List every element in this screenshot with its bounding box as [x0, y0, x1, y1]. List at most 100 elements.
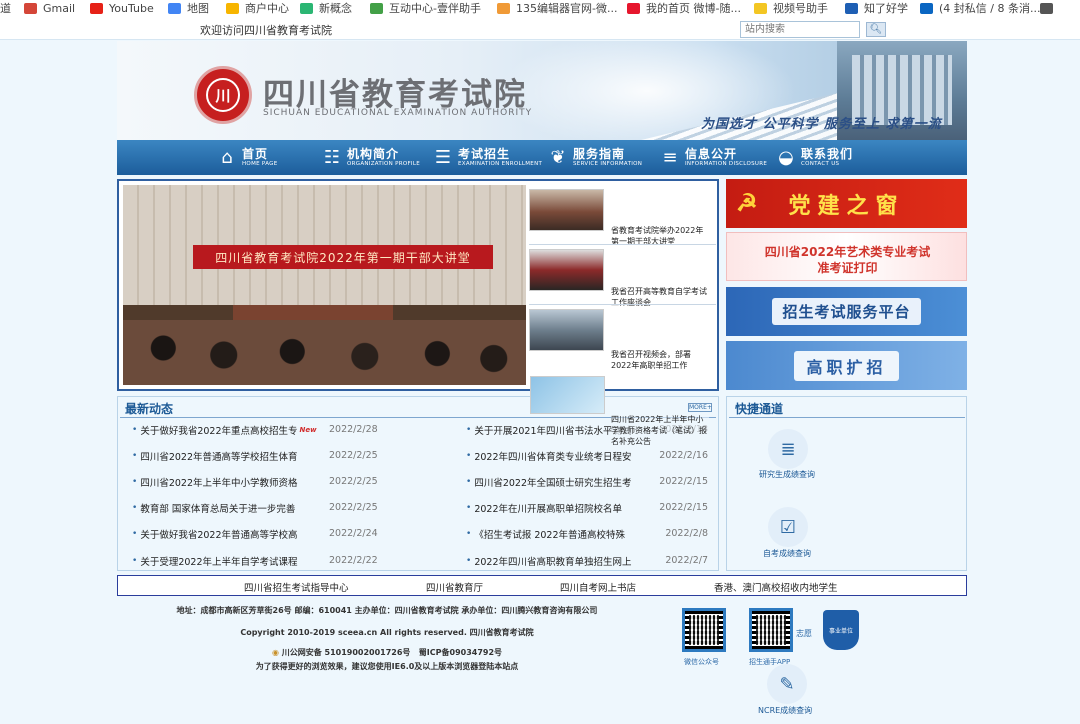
public-institution-badge[interactable]: 事业单位 [823, 610, 859, 650]
edit-icon[interactable]: ✎ [767, 664, 807, 704]
news-item[interactable]: • 关于开展2021年四川省书法水平测试 [466, 423, 632, 437]
footer-icp[interactable]: 蜀ICP备09034792号 [419, 648, 502, 657]
nav-item-label: 联系我们 [801, 146, 854, 161]
friend-links-bar: 四川省招生考试指导中心 四川省教育厅 四川自考网上书店 香港、澳门高校招收内地学生 [117, 575, 967, 596]
nav-item-text: 机构简介 ORGANIZATION PROFILE [347, 148, 420, 168]
friend-link[interactable]: 香港、澳门高校招收内地学生 [714, 580, 838, 594]
quick-access-label[interactable]: NCRE成绩查询 [758, 705, 812, 716]
bookmark-item[interactable]: 知了好学 [845, 0, 908, 16]
bullet-icon: • [132, 477, 138, 487]
nav-item-3[interactable]: ☰ 考试招生 EXAMINATION ENROLLMENT [433, 140, 542, 175]
news-item[interactable]: • 2022年在川开展高职单招院校名单 [466, 501, 622, 515]
news-item-date: 2022/2/25 [329, 450, 378, 461]
bookmark-item[interactable]: 新概念 [300, 0, 352, 16]
party-building-text: 党建之窗 [788, 192, 905, 219]
friend-link[interactable]: 四川自考网上书店 [560, 580, 636, 594]
news-item[interactable]: • 《招生考试报 2022年普通高校特殊 [466, 527, 625, 541]
search-button[interactable]: 🔍︎ [866, 22, 886, 37]
bookmark-label: 商户中心 [245, 2, 289, 15]
slider-separator [529, 304, 716, 305]
art-exam-banner[interactable]: 四川省2022年艺术类专业考试 准考证打印 [726, 232, 967, 281]
party-building-banner[interactable]: ☭ 党建之窗 [726, 179, 967, 228]
nav-item-text: 考试招生 EXAMINATION ENROLLMENT [458, 148, 542, 168]
service-platform-banner[interactable]: 招生考试服务平台 [726, 287, 967, 336]
nav-item-label: 机构简介 [347, 146, 400, 161]
bullet-icon: • [132, 503, 138, 513]
slider-thumb-2[interactable] [529, 249, 604, 291]
hammer-sickle-icon: ☭ [736, 188, 765, 217]
news-item-date: 2022/2/16 [659, 450, 708, 461]
bookmark-label: YouTube [109, 1, 154, 15]
friend-link[interactable]: 四川省教育厅 [426, 580, 483, 594]
bookmark-item[interactable]: 我的首页 微博-随... [627, 0, 741, 16]
news-item-date: 2022/2/24 [329, 528, 378, 539]
slider-thumb-3[interactable] [529, 309, 604, 351]
bookmark-item[interactable]: 视频号助手 [754, 0, 828, 16]
bookmark-item[interactable]: (4 封私信 / 8 条消... [920, 0, 1040, 16]
news-item-date: 2022/2/7 [665, 555, 708, 566]
news-item[interactable]: • 2022年四川省体育类专业统考日程安 [466, 449, 632, 463]
slider-caption-4[interactable]: 四川省2022年上半年中小学教师资格考试（笔试）报名补充公告 [611, 414, 709, 447]
slider-thumb-4[interactable] [530, 376, 605, 414]
news-more-link[interactable]: MORE+ [688, 403, 712, 412]
site-banner: 川 四川省教育考试院 SICHUAN EDUCATIONAL EXAMINATI… [117, 41, 967, 140]
nav-item-sublabel: HOME PAGE [242, 160, 278, 167]
new-badge: New [299, 426, 317, 434]
quick-access-title: 快捷通道 [735, 402, 784, 416]
top-bar: 欢迎访问四川省教育考试院 🔍︎ [0, 16, 1080, 40]
slider-main-image[interactable]: 四川省教育考试院2022年第一期干部大讲堂 [123, 185, 526, 385]
logo-emblem[interactable]: 川 [194, 66, 252, 124]
slider-caption-3[interactable]: 我省召开视频会，部署2022年高职单招工作 [611, 349, 711, 371]
bookmark-favicon-icon [370, 2, 383, 14]
bookmark-favicon-icon [1040, 2, 1053, 14]
bullet-icon: • [466, 529, 472, 539]
news-item[interactable]: • 四川省2022年普通高等学校招生体育 [132, 449, 298, 463]
news-item[interactable]: • 关于做好我省2022年普通高等学校高 [132, 527, 298, 541]
wechat-qr-label: 微信公众号 [684, 658, 719, 666]
bookmark-item[interactable]: 互动中心-壹伴助手 [370, 0, 481, 16]
news-item[interactable]: • 四川省2022年全国硕士研究生招生考 [466, 475, 632, 489]
footer-beian[interactable]: 川公网安备 51019002001726号 [282, 648, 411, 657]
news-item[interactable]: • 关于受理2022年上半年自学考试课程 [132, 554, 298, 568]
bookmark-item[interactable]: 135编辑器官网-微... [497, 0, 617, 16]
bookmark-favicon-icon [627, 2, 640, 14]
welcome-text: 欢迎访问四川省教育考试院 [200, 24, 332, 37]
friend-link[interactable]: 四川省招生考试指导中心 [244, 580, 349, 594]
bookmark-favicon-icon [24, 2, 37, 14]
footer-browser-tip: 为了获得更好的浏览效果，建议您使用IE6.0及以上版本浏览器登陆本站点 [255, 662, 519, 671]
news-item[interactable]: • 2022年四川省高职教育单独招生网上 [466, 554, 632, 568]
news-item[interactable]: • 教育部 国家体育总局关于进一步完善 [132, 501, 295, 515]
news-item[interactable]: • 关于做好我省2022年重点高校招生专 New [132, 423, 317, 437]
bookmark-label: 视频号助手 [773, 2, 828, 15]
bookmark-item[interactable]: 道 [0, 0, 11, 16]
search-input[interactable] [740, 21, 860, 38]
slider-thumb-1[interactable] [529, 189, 604, 231]
nav-item-4[interactable]: ❦ 服务指南 SERVICE INFORMATION [548, 140, 642, 175]
bookmark-label: 我的首页 微博-随... [646, 2, 741, 15]
bookmark-item[interactable]: Gmail [24, 0, 75, 16]
news-item-date: 2022/2/25 [329, 476, 378, 487]
bullet-icon: • [466, 503, 472, 513]
bookmark-item[interactable]: 商户中心 [226, 0, 289, 16]
checklist-icon[interactable]: ☑ [768, 507, 808, 547]
quick-access-label[interactable]: 研究生成绩查询 [759, 469, 815, 480]
bookmarks-bar: 道 Gmail YouTube 地图 商户中心 新概念 互动中心-壹伴助手 135编辑器官网-… [0, 0, 1080, 16]
bullet-icon: • [132, 425, 138, 435]
quick-access-label[interactable]: 自考成绩查询 [763, 548, 811, 559]
slider-separator [529, 244, 716, 245]
bookmark-item[interactable] [1040, 0, 1059, 16]
document-icon[interactable]: ≣ [768, 429, 808, 469]
vocational-expansion-banner[interactable]: 高职扩招 [726, 341, 967, 390]
footer-copyright: Copyright 2010-2019 sceea.cn All rights … [240, 628, 534, 637]
nav-item-1[interactable]: ⌂ 首页 HOME PAGE [217, 140, 278, 175]
bookmark-label: 互动中心-壹伴助手 [389, 2, 481, 15]
nav-item-text: 联系我们 CONTACT US [801, 148, 853, 168]
bookmark-favicon-icon [90, 2, 103, 14]
news-item[interactable]: • 四川省2022年上半年中小学教师资格 [132, 475, 298, 489]
site-subtitle: SICHUAN EDUCATIONAL EXAMINATION AUTHORIT… [263, 108, 533, 118]
bookmark-item[interactable]: 地图 [168, 0, 209, 16]
nav-item-2[interactable]: ☷ 机构简介 ORGANIZATION PROFILE [322, 140, 420, 175]
bookmark-item[interactable]: YouTube [90, 0, 154, 16]
nav-item-6[interactable]: ◒ 联系我们 CONTACT US [776, 140, 853, 175]
nav-item-5[interactable]: ≡ 信息公开 INFORMATION DISCLOSURE [660, 140, 767, 175]
